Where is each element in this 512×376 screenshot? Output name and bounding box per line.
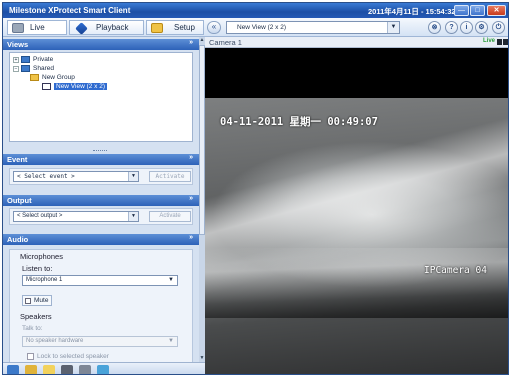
tree-item-label: New View (2 x 2) bbox=[54, 83, 108, 91]
tree-item-label: New Group bbox=[42, 74, 75, 82]
title-bar: Milestone XProtect Smart Client 2011年4月1… bbox=[3, 3, 508, 18]
alarm-icon[interactable] bbox=[25, 365, 37, 374]
event-panel-title: Event bbox=[7, 155, 28, 164]
camera-tool-icon[interactable] bbox=[61, 365, 73, 374]
collapse-icon[interactable]: » bbox=[189, 39, 193, 46]
speakers-heading: Speakers bbox=[20, 312, 52, 321]
microphone-select-value: Microphone 1 bbox=[26, 277, 63, 283]
tab-setup[interactable]: Setup bbox=[146, 20, 204, 35]
setup-icon bbox=[151, 23, 163, 33]
video-camera-name-overlay: IPCamera 04 bbox=[424, 265, 487, 276]
fullscreen-icon[interactable]: ⊗ bbox=[428, 21, 441, 34]
audio-panel-header[interactable]: Audio » bbox=[3, 234, 199, 245]
event-panel-header[interactable]: Event » bbox=[3, 154, 199, 165]
camera-icon bbox=[12, 23, 24, 33]
playback-icon bbox=[75, 22, 88, 35]
main-toolbar: Live Playback Setup « New View (2 x 2) ▼… bbox=[3, 18, 508, 37]
collapse-icon[interactable]: » bbox=[189, 195, 193, 202]
help-icon[interactable]: ? bbox=[445, 21, 458, 34]
event-select-value: < Select event > bbox=[17, 173, 75, 180]
mute-label: Mute bbox=[34, 297, 49, 304]
ptz-icon[interactable] bbox=[79, 365, 91, 374]
microphones-heading: Microphones bbox=[20, 252, 63, 261]
navigation-icon[interactable] bbox=[97, 365, 109, 374]
maximize-button[interactable]: □ bbox=[470, 5, 485, 16]
output-panel-header[interactable]: Output » bbox=[3, 195, 199, 206]
lock-speaker-checkbox[interactable] bbox=[27, 353, 34, 360]
tree-item-shared[interactable]: − Shared bbox=[13, 65, 54, 74]
tree-item-label: Private bbox=[33, 56, 54, 64]
camera-video-feed[interactable]: 04-11-2011 星期一 00:49:07 IPCamera 04 bbox=[205, 48, 508, 374]
camera-title-bar: Camera 1 Live bbox=[205, 37, 508, 48]
back-button[interactable]: « bbox=[207, 21, 221, 34]
chevron-down-icon: ▼ bbox=[168, 338, 174, 344]
talk-to-label: Talk to: bbox=[22, 325, 43, 332]
view-grid-icon bbox=[42, 83, 51, 90]
mute-checkbox[interactable] bbox=[25, 298, 31, 304]
event-select[interactable]: < Select event > ▼ bbox=[13, 171, 139, 182]
views-panel-title: Views bbox=[7, 40, 29, 49]
event-row: < Select event > ▼ Activate bbox=[9, 168, 193, 185]
listen-to-label: Listen to: bbox=[22, 264, 53, 273]
chevron-down-icon: ▼ bbox=[168, 277, 174, 283]
tab-live[interactable]: Live bbox=[7, 20, 67, 35]
video-highlight-band bbox=[205, 248, 508, 318]
close-button[interactable]: ✕ bbox=[487, 5, 506, 16]
tab-setup-label: Setup bbox=[174, 23, 195, 32]
minimize-button[interactable]: — bbox=[454, 5, 469, 16]
output-select-value: < Select output > bbox=[17, 213, 63, 219]
view-select[interactable]: New View (2 x 2) ▼ bbox=[226, 21, 400, 34]
video-timestamp-overlay: 04-11-2011 星期一 00:49:07 bbox=[220, 116, 378, 128]
status-indicator-icon bbox=[497, 39, 502, 45]
lock-speaker-row[interactable]: Lock to selected speaker bbox=[27, 353, 109, 360]
folder-icon bbox=[30, 74, 39, 81]
output-activate-button[interactable]: Activate bbox=[149, 211, 191, 222]
collapse-icon[interactable]: » bbox=[189, 154, 193, 161]
app-title: Milestone XProtect Smart Client bbox=[9, 6, 131, 15]
output-panel-title: Output bbox=[7, 196, 32, 205]
output-row: < Select output > ▼ Activate bbox=[9, 208, 193, 225]
microphone-select[interactable]: Microphone 1 ▼ bbox=[22, 275, 178, 286]
expand-icon[interactable]: + bbox=[13, 56, 19, 63]
logout-icon[interactable]: ⏻ bbox=[492, 21, 505, 34]
collapse-icon[interactable]: » bbox=[189, 234, 193, 241]
chevron-down-icon: ▼ bbox=[128, 172, 138, 181]
bookmark-icon[interactable] bbox=[7, 365, 19, 374]
tab-live-label: Live bbox=[30, 23, 45, 32]
camera-name: Camera 1 bbox=[209, 38, 242, 47]
tree-item-private[interactable]: + Private bbox=[13, 56, 53, 65]
private-folder-icon bbox=[21, 56, 30, 63]
tab-playback-label: Playback bbox=[96, 23, 129, 32]
shared-folder-icon bbox=[21, 65, 30, 72]
video-frame bbox=[205, 98, 508, 374]
tree-item-new-group[interactable]: New Group bbox=[30, 74, 75, 83]
light-icon[interactable] bbox=[43, 365, 55, 374]
live-status: Live bbox=[483, 38, 496, 44]
speaker-select[interactable]: No speaker hardware ▼ bbox=[22, 336, 178, 347]
left-pane: Views » + Private − Shared New Group New V… bbox=[3, 37, 199, 374]
chevron-down-icon: ▼ bbox=[128, 212, 138, 221]
datetime-display: 2011年4月11日 - 15:54:32 bbox=[368, 7, 456, 16]
settings-icon[interactable]: ⚙ bbox=[475, 21, 488, 34]
chevron-down-icon: ▼ bbox=[387, 22, 399, 33]
view-select-value: New View (2 x 2) bbox=[237, 24, 287, 31]
panel-splitter[interactable] bbox=[93, 150, 107, 152]
mute-toggle[interactable]: Mute bbox=[22, 295, 52, 306]
status-indicator-icon bbox=[503, 39, 508, 45]
views-tree: + Private − Shared New Group New View (2 x… bbox=[9, 52, 193, 142]
audio-panel: Microphones Listen to: Microphone 1 ▼ Mu… bbox=[9, 249, 193, 364]
audio-panel-title: Audio bbox=[7, 235, 29, 244]
output-select[interactable]: < Select output > ▼ bbox=[13, 211, 139, 222]
tree-item-new-view[interactable]: New View (2 x 2) bbox=[42, 83, 108, 92]
info-icon[interactable]: i bbox=[460, 21, 473, 34]
tree-item-label: Shared bbox=[33, 65, 54, 73]
collapse-tree-icon[interactable]: − bbox=[13, 65, 19, 72]
views-panel-header[interactable]: Views » bbox=[3, 39, 199, 50]
tab-playback[interactable]: Playback bbox=[69, 20, 144, 35]
event-activate-button[interactable]: Activate bbox=[149, 171, 191, 182]
lock-speaker-label: Lock to selected speaker bbox=[37, 353, 109, 361]
bottom-toolbar bbox=[3, 362, 205, 374]
speaker-select-value: No speaker hardware bbox=[26, 338, 84, 344]
application-window: Milestone XProtect Smart Client 2011年4月1… bbox=[2, 2, 509, 375]
